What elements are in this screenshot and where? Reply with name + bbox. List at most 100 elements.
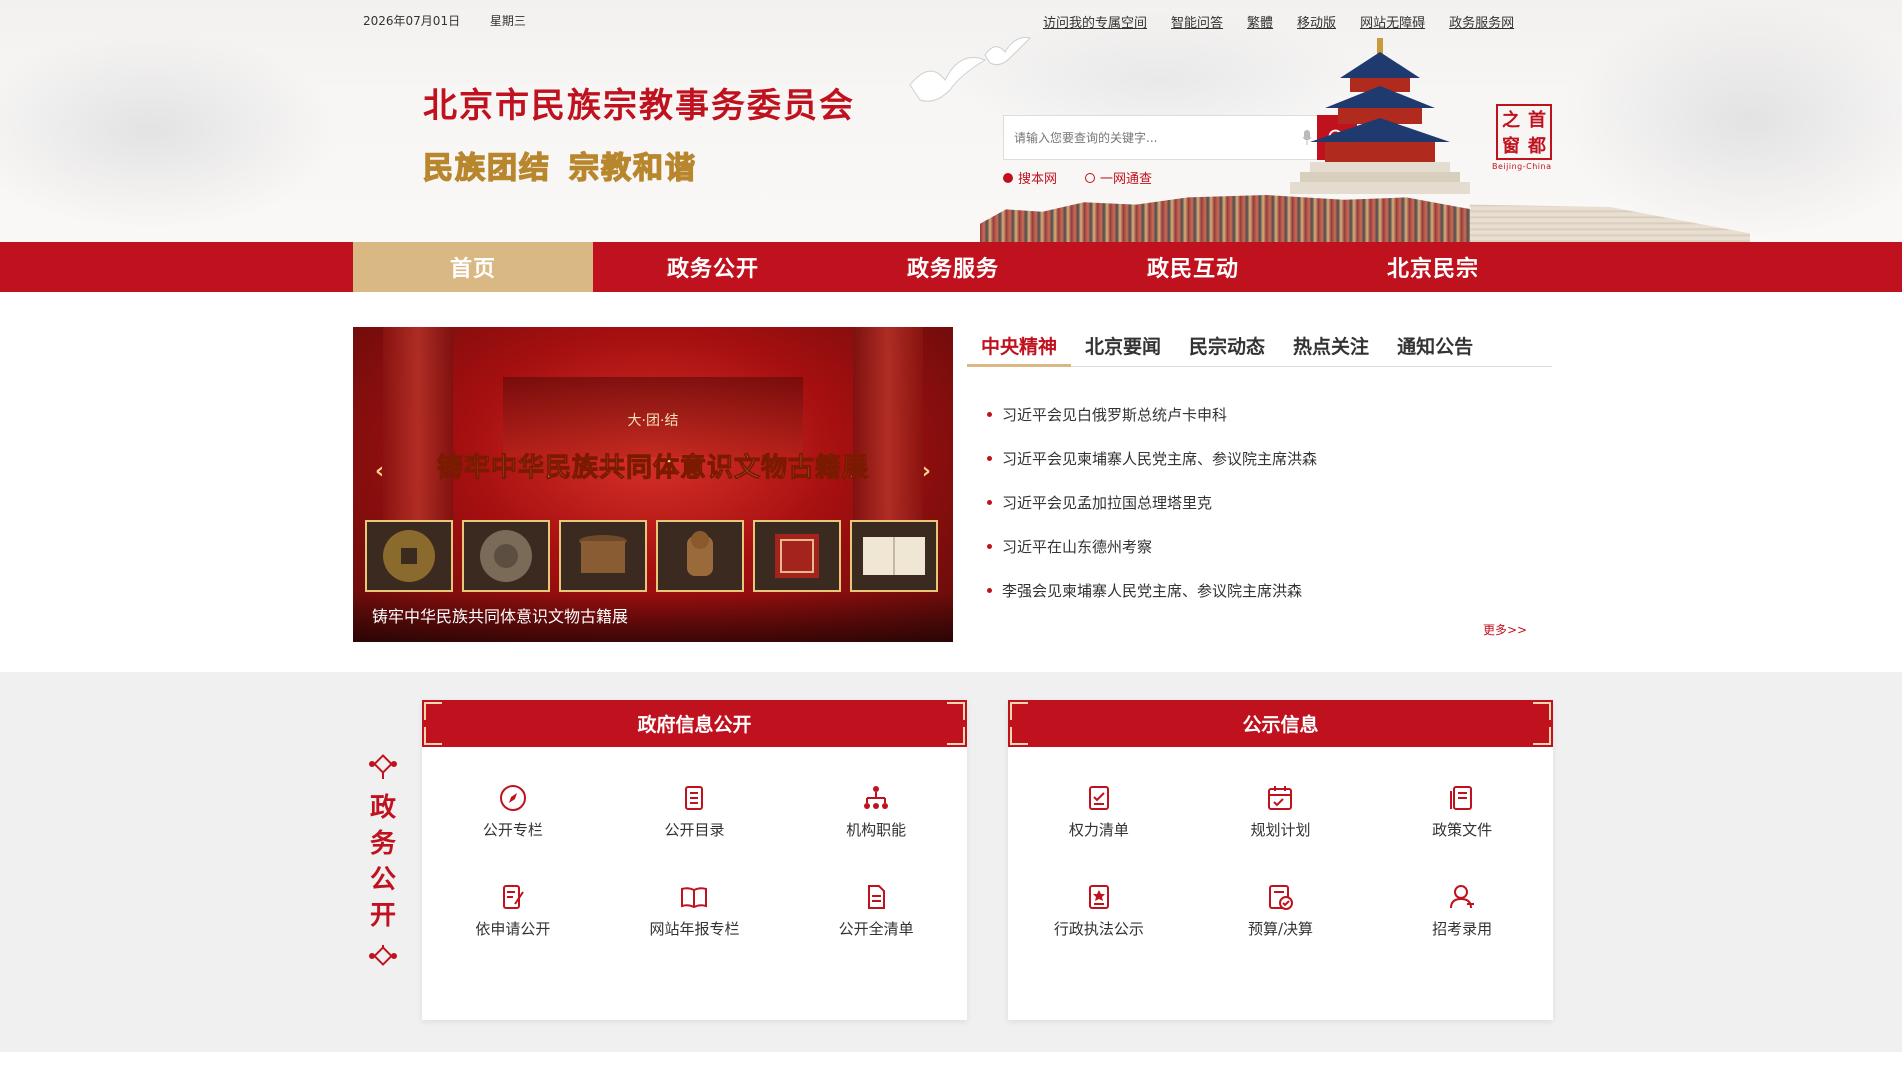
logo-subtitle: Beijing-China xyxy=(1492,162,1552,171)
grid-item-label: 预算/决算 xyxy=(1247,920,1314,938)
current-weekday: 星期三 xyxy=(489,14,526,28)
grid-item-apply-disclosure[interactable]: 依申请公开 xyxy=(422,882,604,939)
public-notice-card: 公示信息 权力清单 规划计划 政策文件 行政执法公示 预算/决算 招考录用 xyxy=(1008,700,1553,1020)
link-traditional-chinese[interactable]: 繁體 xyxy=(1247,12,1273,31)
link-mobile-version[interactable]: 移动版 xyxy=(1297,12,1336,31)
tab-beijing-news[interactable]: 北京要闻 xyxy=(1071,327,1175,367)
news-title[interactable]: 习近平在山东德州考察 xyxy=(1002,536,1152,557)
banner-caption[interactable]: 铸牢中华民族共同体意识文物古籍展 xyxy=(353,592,953,642)
link-gov-service[interactable]: 政务服务网 xyxy=(1449,12,1514,31)
relic-figure-image xyxy=(656,520,744,592)
main-navigation: 首页 政务公开 政务服务 政民互动 北京民宗 xyxy=(0,242,1902,292)
card-header: 公示信息 xyxy=(1008,700,1553,747)
bullet-icon xyxy=(987,543,992,549)
news-title[interactable]: 李强会见柬埔寨人民党主席、参议院主席洪森 xyxy=(1002,580,1302,601)
scope-all-label: 一网通查 xyxy=(1100,172,1153,187)
list-item[interactable]: 李强会见柬埔寨人民党主席、参议院主席洪森 xyxy=(987,568,1317,612)
nav-gov-affairs-open[interactable]: 政务公开 xyxy=(593,242,833,292)
link-accessibility[interactable]: 网站无障碍 xyxy=(1360,12,1425,31)
date-display: 2026年07月01日 星期三 xyxy=(363,12,552,29)
list-item[interactable]: 习近平会见白俄罗斯总统卢卡申科 xyxy=(987,392,1317,436)
grid-item-power-list[interactable]: 权力清单 xyxy=(1008,783,1190,840)
nav-interaction[interactable]: 政民互动 xyxy=(1073,242,1313,292)
radio-unselected[interactable] xyxy=(1085,172,1096,183)
relic-seal-image xyxy=(753,520,841,592)
current-date: 2026年07月01日 xyxy=(363,14,461,28)
grid-item-label: 规划计划 xyxy=(1250,821,1311,839)
card-title[interactable]: 公示信息 xyxy=(1242,710,1318,737)
corner-decoration xyxy=(424,727,442,745)
grid-item-law-enforcement[interactable]: 行政执法公示 xyxy=(1008,882,1190,939)
dove-icon xyxy=(909,37,1032,102)
link-my-space[interactable]: 访问我的专属空间 xyxy=(1043,12,1147,31)
relic-gallery xyxy=(365,520,938,592)
banner-carousel[interactable]: 大·团·结 铸牢中华民族共同体意识文物古籍展 ‹ › 铸牢中华民族共同体意识文物… xyxy=(353,327,953,642)
card-title[interactable]: 政府信息公开 xyxy=(637,710,751,737)
slogan-part-1: 民族团结 xyxy=(422,150,551,186)
list-item[interactable]: 习近平会见孟加拉国总理塔里克 xyxy=(987,480,1317,524)
search-input[interactable] xyxy=(1004,116,1297,159)
card-header: 政府信息公开 xyxy=(422,700,967,747)
gov-info-card: 政府信息公开 公开专栏 公开目录 机构职能 依申请公开 网站年报专栏 公开全清单 xyxy=(422,700,967,1020)
grid-item-label: 公开全清单 xyxy=(838,920,914,938)
news-title[interactable]: 习近平会见白俄罗斯总统卢卡申科 xyxy=(1002,404,1227,425)
nav-gov-services[interactable]: 政务服务 xyxy=(833,242,1073,292)
radio-selected[interactable] xyxy=(1003,172,1013,183)
corner-decoration xyxy=(1010,702,1028,720)
grid-item-label: 公开专栏 xyxy=(482,821,543,839)
grid-item-public-column[interactable]: 公开专栏 xyxy=(422,783,604,840)
edit-doc-icon xyxy=(502,885,524,909)
cloud-decoration xyxy=(1560,0,1902,240)
grid-item-recruitment[interactable]: 招考录用 xyxy=(1371,882,1553,939)
carousel-next-icon[interactable]: › xyxy=(922,459,931,484)
corner-decoration xyxy=(947,702,965,720)
bullet-icon xyxy=(987,455,992,461)
tab-ethnic-religion-news[interactable]: 民宗动态 xyxy=(1175,327,1279,367)
grid-item-annual-report[interactable]: 网站年报专栏 xyxy=(604,882,786,939)
tab-central-spirit[interactable]: 中央精神 xyxy=(967,327,1072,367)
grid-item-org-functions[interactable]: 机构职能 xyxy=(785,783,967,840)
link-smart-qa[interactable]: 智能问答 xyxy=(1171,12,1223,31)
slogan: 民族团结 宗教和谐 xyxy=(422,143,697,187)
budget-icon xyxy=(1269,885,1294,910)
grid-item-label: 公开目录 xyxy=(664,821,725,839)
nav-beijing-ethnic-religion[interactable]: 北京民宗 xyxy=(1313,242,1553,292)
carousel-prev-icon[interactable]: ‹ xyxy=(375,459,384,484)
grid-item-full-list[interactable]: 公开全清单 xyxy=(785,882,967,939)
grid-item-budget[interactable]: 预算/决算 xyxy=(1190,882,1372,939)
grid-item-label: 网站年报专栏 xyxy=(649,920,740,938)
list-item[interactable]: 习近平会见柬埔寨人民党主席、参议院主席洪森 xyxy=(987,436,1317,480)
site-title[interactable]: 北京市民族宗教事务委员会 xyxy=(423,78,855,127)
corner-decoration xyxy=(1533,727,1551,745)
news-title[interactable]: 习近平会见孟加拉国总理塔里克 xyxy=(1002,492,1212,513)
scope-site[interactable]: 搜本网 xyxy=(1003,168,1057,187)
temple-of-heaven-illustration xyxy=(1290,38,1470,194)
tab-hot-topics[interactable]: 热点关注 xyxy=(1279,327,1383,367)
scope-all[interactable]: 一网通查 xyxy=(1085,168,1152,187)
badge-doc-icon xyxy=(1088,885,1109,909)
nav-home[interactable]: 首页 xyxy=(353,242,593,292)
corner-decoration xyxy=(947,727,965,745)
grid-item-public-catalog[interactable]: 公开目录 xyxy=(604,783,786,840)
list-item[interactable]: 习近平在山东德州考察 xyxy=(987,524,1317,568)
section-side-label: 政 务 公 开 xyxy=(366,752,400,972)
logo-char: 都 xyxy=(1528,136,1546,157)
grid-item-policy-docs[interactable]: 政策文件 xyxy=(1371,783,1553,840)
relic-book-image xyxy=(850,520,938,592)
bullet-icon xyxy=(987,411,992,417)
banner-headline: 铸牢中华民族共同体意识文物古籍展 xyxy=(436,453,869,484)
logo-char: 之 xyxy=(1502,110,1520,131)
slogan-part-2: 宗教和谐 xyxy=(568,150,697,186)
grid-item-label: 政策文件 xyxy=(1432,821,1493,839)
news-title[interactable]: 习近平会见柬埔寨人民党主席、参议院主席洪森 xyxy=(1002,448,1317,469)
tab-announcements[interactable]: 通知公告 xyxy=(1383,327,1487,367)
cloud-decoration xyxy=(0,30,340,230)
grid-item-label: 机构职能 xyxy=(846,821,907,839)
user-icon xyxy=(1450,885,1475,909)
side-label-char: 公 xyxy=(369,865,396,895)
grid-item-planning[interactable]: 规划计划 xyxy=(1190,783,1372,840)
capital-window-logo[interactable]: 之 首 窗 都 xyxy=(1496,104,1552,160)
logo-char: 首 xyxy=(1528,110,1546,131)
scope-site-label: 搜本网 xyxy=(1018,172,1058,187)
more-link[interactable]: 更多>> xyxy=(1483,621,1527,638)
